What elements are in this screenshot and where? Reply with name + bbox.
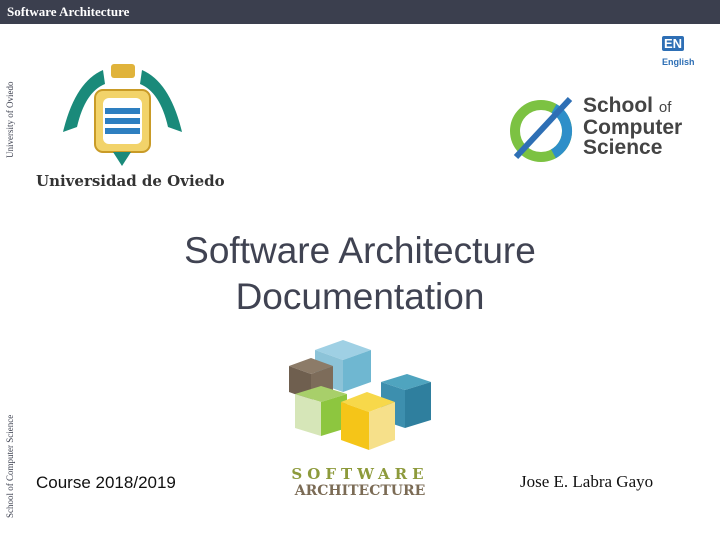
school-line-2: Computer bbox=[583, 116, 683, 139]
side-label-university: University of Oviedo bbox=[5, 81, 15, 159]
language-switch[interactable]: EN English bbox=[655, 32, 700, 72]
course-label: Course 2018/2019 bbox=[36, 473, 176, 492]
school-line-1-suffix: of bbox=[658, 99, 672, 116]
university-crest-logo bbox=[63, 64, 182, 166]
author-name: Jose E. Labra Gayo bbox=[520, 472, 654, 491]
architecture-logo-word: ARCHITECTURE bbox=[294, 483, 426, 499]
side-label-school: School of Computer Science bbox=[5, 414, 15, 518]
slide-title: Software Architecture Documentation bbox=[0, 228, 720, 320]
slide-title-line-2: Documentation bbox=[235, 276, 485, 317]
software-architecture-cubes-logo bbox=[289, 340, 431, 450]
software-logo-word: SOFTWARE bbox=[291, 465, 429, 483]
header-title: Software Architecture bbox=[7, 4, 130, 19]
language-name: English bbox=[662, 57, 695, 67]
school-logo-text: School of Computer Science bbox=[583, 94, 683, 159]
school-logo-icon bbox=[510, 96, 573, 162]
top-bar: Software Architecture bbox=[0, 0, 720, 24]
school-line-3: Science bbox=[583, 136, 663, 159]
university-name: Universidad de Oviedo bbox=[36, 172, 225, 190]
language-code: EN bbox=[662, 36, 685, 51]
slide-title-line-1: Software Architecture bbox=[184, 230, 536, 271]
school-line-1: School bbox=[583, 94, 654, 117]
